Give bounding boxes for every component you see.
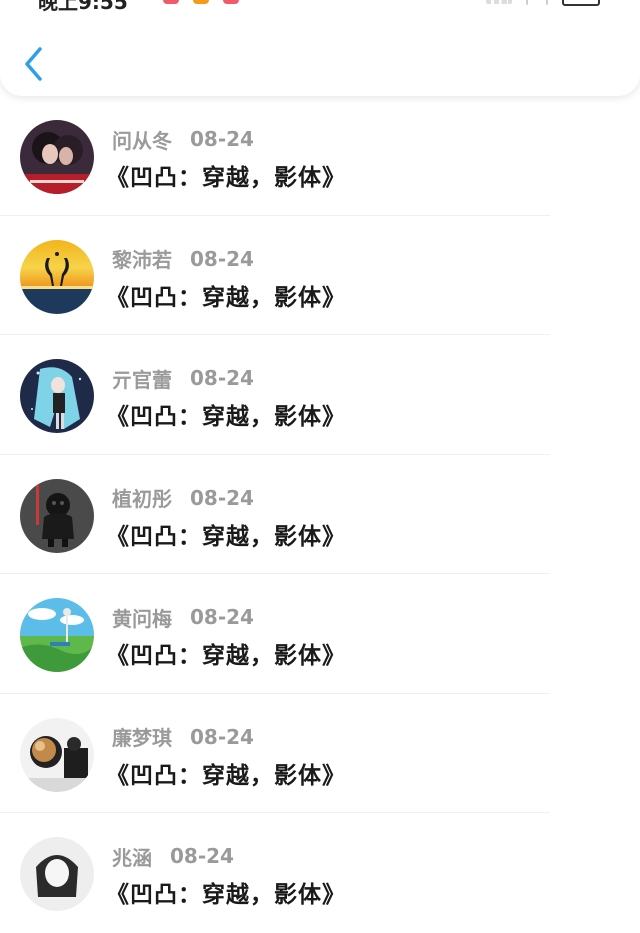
- status-bar: 晚上9:55: [0, 0, 640, 14]
- list-item[interactable]: 亓官蕾 08-24 《凹凸：穿越，影体》: [0, 335, 640, 455]
- notification-dot: [163, 0, 179, 4]
- signal-icon: [486, 0, 512, 4]
- anime-girl-image: [20, 359, 94, 433]
- avatar[interactable]: [20, 837, 94, 911]
- item-meta: 问从冬 08-24: [112, 126, 254, 153]
- item-title[interactable]: 《凹凸：穿越，影体》: [106, 517, 346, 551]
- avatar[interactable]: [20, 478, 94, 553]
- item-meta: 兆涵 08-24: [112, 843, 234, 870]
- list-item[interactable]: 兆涵 08-24 《凹凸：穿越，影体》: [0, 813, 640, 933]
- avatar[interactable]: [20, 598, 94, 672]
- item-title[interactable]: 《凹凸：穿越，影体》: [106, 158, 346, 192]
- sketch-image: [20, 837, 94, 911]
- notification-dot: [223, 0, 239, 4]
- status-icons: [486, 0, 600, 6]
- item-date: 08-24: [170, 844, 234, 868]
- user-name: 廉梦琪: [112, 726, 172, 750]
- user-name: 亓官蕾: [112, 367, 172, 392]
- item-meta: 廉梦琪 08-24: [112, 724, 254, 751]
- photographer-image: [20, 717, 94, 792]
- battery-icon: [562, 0, 600, 6]
- user-name: 问从冬: [112, 128, 172, 153]
- item-meta: 黄问梅 08-24: [112, 604, 254, 631]
- avatar[interactable]: [20, 717, 94, 792]
- item-meta: 黎沛若 08-24: [112, 246, 254, 273]
- user-name: 兆涵: [112, 845, 152, 870]
- item-date: 08-24: [190, 605, 254, 629]
- couple-photo-image: [20, 120, 94, 194]
- list-item[interactable]: 黄问梅 08-24 《凹凸：穿越，影体》: [0, 574, 640, 694]
- user-name: 黎沛若: [112, 248, 172, 272]
- item-title[interactable]: 《凹凸：穿越，影体》: [106, 875, 346, 909]
- item-date: 08-24: [190, 485, 254, 510]
- item-title[interactable]: 《凹凸：穿越，影体》: [106, 756, 346, 790]
- list-item[interactable]: 黎沛若 08-24 《凹凸：穿越，影体》: [0, 216, 640, 335]
- sunset-heart-image: [20, 239, 94, 314]
- item-meta: 亓官蕾 08-24: [112, 365, 254, 392]
- item-title[interactable]: 《凹凸：穿越，影体》: [106, 397, 346, 431]
- user-name: 黄问梅: [112, 606, 172, 631]
- status-time: 晚上9:55: [38, 0, 128, 14]
- wifi-icon: [526, 0, 548, 5]
- avatar[interactable]: [20, 239, 94, 314]
- list-item[interactable]: 植初彤 08-24 《凹凸：穿越，影体》: [0, 455, 640, 574]
- chevron-left-icon: [25, 47, 42, 81]
- item-meta: 植初彤 08-24: [112, 485, 254, 512]
- item-date: 08-24: [190, 724, 254, 749]
- item-date: 08-24: [190, 246, 254, 271]
- item-date: 08-24: [190, 127, 254, 151]
- message-list: 问从冬 08-24 《凹凸：穿越，影体》 黎沛若 08-24 《凹凸：穿越，影体…: [0, 96, 640, 933]
- avatar[interactable]: [20, 359, 94, 433]
- dark-figure-image: [20, 478, 94, 553]
- item-title[interactable]: 《凹凸：穿越，影体》: [106, 636, 346, 670]
- user-name: 植初彤: [112, 487, 172, 511]
- notification-dot: [193, 0, 209, 4]
- back-button[interactable]: [18, 44, 54, 84]
- item-date: 08-24: [190, 366, 254, 390]
- landscape-image: [20, 598, 94, 672]
- avatar[interactable]: [20, 120, 94, 194]
- list-item[interactable]: 廉梦琪 08-24 《凹凸：穿越，影体》: [0, 694, 640, 813]
- list-item[interactable]: 问从冬 08-24 《凹凸：穿越，影体》: [0, 96, 640, 216]
- item-title[interactable]: 《凹凸：穿越，影体》: [106, 278, 346, 312]
